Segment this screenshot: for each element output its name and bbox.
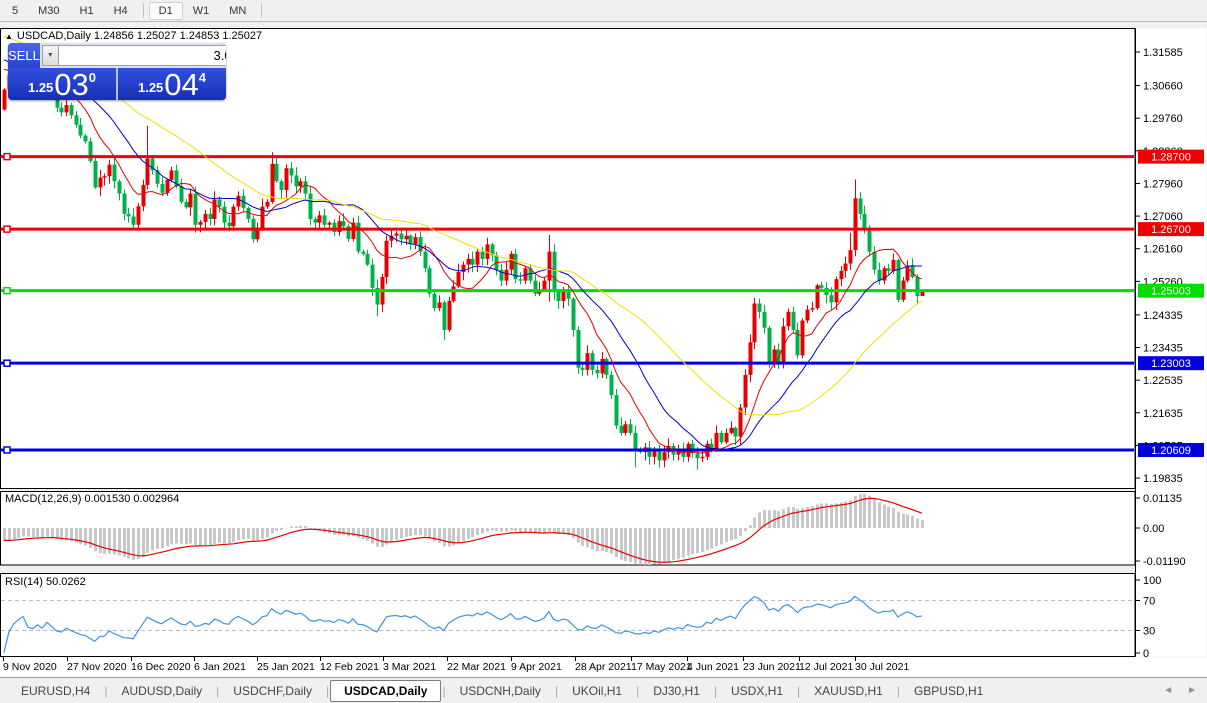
- price-tick-label: 1.27060: [1143, 211, 1183, 223]
- chart-tab-DJ30-H1[interactable]: DJ30,H1: [640, 680, 713, 702]
- price-tick-label: 1.29760: [1143, 113, 1183, 125]
- price-tick-label: 1.21635: [1143, 408, 1183, 420]
- price-tick-label: 1.22535: [1143, 375, 1183, 387]
- date-label: 25 Jan 2021: [257, 661, 315, 673]
- hline-anchor-1.25003[interactable]: [3, 286, 11, 295]
- chart-tab-USDCAD-Daily[interactable]: USDCAD,Daily: [330, 679, 442, 702]
- tab-separator: |: [104, 683, 108, 698]
- volume-input[interactable]: [58, 45, 226, 66]
- macd-axis-label: -0.01190: [1143, 556, 1186, 568]
- date-label: 27 Nov 2020: [67, 661, 127, 673]
- volume-decrease-button[interactable]: ▼: [41, 45, 59, 66]
- timeframe-button-H1[interactable]: H1: [70, 2, 104, 20]
- hline-anchor-1.28700[interactable]: [3, 152, 11, 161]
- one-click-trading-panel: SELL ▼ ▲ BUY 1.25030 1.25044: [8, 43, 226, 100]
- tab-separator: |: [636, 683, 640, 698]
- tab-scroll-nav: ◄ ►: [1163, 685, 1197, 696]
- price-tick-label: 1.26160: [1143, 244, 1183, 256]
- timeframe-button-W1[interactable]: W1: [183, 2, 220, 20]
- timeframe-button-H4[interactable]: H4: [104, 2, 138, 20]
- chart-tab-EURUSD-H4[interactable]: EURUSD,H4: [8, 680, 103, 702]
- hline-anchor-1.26700[interactable]: [3, 225, 11, 233]
- price-tick-label: 1.31585: [1143, 47, 1183, 59]
- tab-separator: |: [713, 683, 718, 698]
- sell-price-big: 03: [54, 67, 89, 100]
- date-label: 16 Dec 2020: [131, 661, 191, 673]
- date-label: 9 Apr 2021: [511, 661, 562, 673]
- chart-collapse-icon[interactable]: ▲: [5, 32, 13, 41]
- date-label: 22 Mar 2021: [447, 661, 506, 673]
- date-label: 23 Jun 2021: [743, 661, 801, 673]
- sell-price-sup: 0: [88, 70, 97, 85]
- price-tick-label: 1.30660: [1143, 81, 1183, 93]
- date-label: 12 Feb 2021: [320, 661, 379, 673]
- chart-tab-USDCHF-Daily[interactable]: USDCHF,Daily: [220, 680, 325, 702]
- tab-separator: |: [797, 683, 801, 698]
- tab-separator: |: [442, 683, 446, 698]
- chart-header: ▲ USDCAD,Daily 1.24856 1.25027 1.24853 1.…: [5, 30, 262, 42]
- tab-separator: |: [896, 683, 900, 698]
- date-label: 4 Jun 2021: [687, 661, 739, 673]
- sell-price-display[interactable]: 1.25 03 0: [8, 68, 116, 100]
- date-label: 9 Nov 2020: [3, 661, 57, 673]
- timeframe-button-M30[interactable]: M30: [28, 2, 69, 20]
- date-label: 3 Mar 2021: [383, 661, 436, 673]
- date-label: 6 Jan 2021: [194, 661, 246, 673]
- chart-tab-UKOil-H1[interactable]: UKOil,H1: [559, 680, 635, 702]
- macd-indicator-label: MACD(12,26,9) 0.001530 0.002964: [5, 493, 180, 505]
- price-marker-label: 1.20609: [1151, 445, 1191, 457]
- buy-price-display[interactable]: 1.25 04 4: [118, 68, 226, 100]
- rsi-axis-label: 0: [1143, 648, 1149, 660]
- timeframe-button-5[interactable]: 5: [2, 2, 28, 20]
- price-tick-label: 1.19835: [1143, 473, 1183, 485]
- date-label: 12 Jul 2021: [799, 661, 853, 673]
- timeframe-toolbar: 5 M30 H1 H4 D1 W1 MN: [0, 0, 1207, 22]
- buy-price-sup: 4: [198, 70, 207, 85]
- tab-scroll-right-icon[interactable]: ►: [1187, 685, 1197, 696]
- price-tick-label: 1.27960: [1143, 178, 1183, 190]
- rsi-axis-label: 70: [1143, 596, 1155, 608]
- rsi-axis-label: 100: [1143, 575, 1161, 587]
- chart-tab-XAUUSD-H1[interactable]: XAUUSD,H1: [801, 680, 896, 702]
- price-tick-label: 1.24335: [1143, 310, 1183, 322]
- tab-separator: |: [325, 683, 330, 698]
- tab-scroll-left-icon[interactable]: ◄: [1163, 685, 1173, 696]
- price-marker-label: 1.23003: [1151, 358, 1191, 370]
- hline-anchor-1.23003[interactable]: [3, 359, 11, 367]
- rsi-indicator-label: RSI(14) 50.0262: [5, 576, 86, 588]
- mt4-chart-window: 1.315851.306601.297601.288601.279601.270…: [0, 0, 1207, 703]
- timeframe-button-MN[interactable]: MN: [219, 2, 256, 20]
- toolbar-separator: [261, 3, 263, 18]
- date-label: 30 Jul 2021: [855, 661, 909, 673]
- sell-button[interactable]: SELL: [8, 43, 40, 68]
- date-label: 17 May 2021: [631, 661, 692, 673]
- chart-tab-AUDUSD-Daily[interactable]: AUDUSD,Daily: [108, 680, 215, 702]
- chart-tab-USDCNH-Daily[interactable]: USDCNH,Daily: [447, 680, 554, 702]
- chart-tab-GBPUSD-H1[interactable]: GBPUSD,H1: [901, 680, 996, 702]
- chart-tab-bar: EURUSD,H4 | AUDUSD,Daily | USDCHF,Daily | USDC…: [0, 677, 1207, 703]
- hline-anchor-1.20609[interactable]: [3, 446, 11, 454]
- buy-price-big: 04: [164, 67, 199, 100]
- date-label: 28 Apr 2021: [575, 661, 632, 673]
- chart-canvas[interactable]: 1.315851.306601.297601.288601.279601.270…: [0, 0, 1207, 703]
- price-marker-label: 1.26700: [1151, 224, 1191, 236]
- timeframe-button-D1[interactable]: D1: [148, 1, 183, 20]
- price-marker-label: 1.28700: [1151, 152, 1191, 164]
- rsi-axis-label: 30: [1143, 626, 1155, 638]
- toolbar-separator: [142, 3, 144, 18]
- chart-title-ohlc: USDCAD,Daily 1.24856 1.25027 1.24853 1.2…: [16, 30, 263, 42]
- buy-price-prefix: 1.25: [137, 80, 164, 95]
- macd-axis-label: 0.01135: [1143, 493, 1182, 505]
- price-tick-label: 1.23435: [1143, 343, 1183, 355]
- chart-tab-USDX-H1[interactable]: USDX,H1: [718, 680, 796, 702]
- macd-axis-label: 0.00: [1143, 523, 1164, 535]
- rsi-panel[interactable]: [0, 573, 1136, 657]
- sell-price-prefix: 1.25: [27, 80, 54, 95]
- volume-spinner: ▼ ▲: [39, 43, 226, 68]
- tab-separator: |: [216, 683, 220, 698]
- price-marker-label: 1.25003: [1151, 286, 1191, 298]
- tab-separator: |: [554, 683, 559, 698]
